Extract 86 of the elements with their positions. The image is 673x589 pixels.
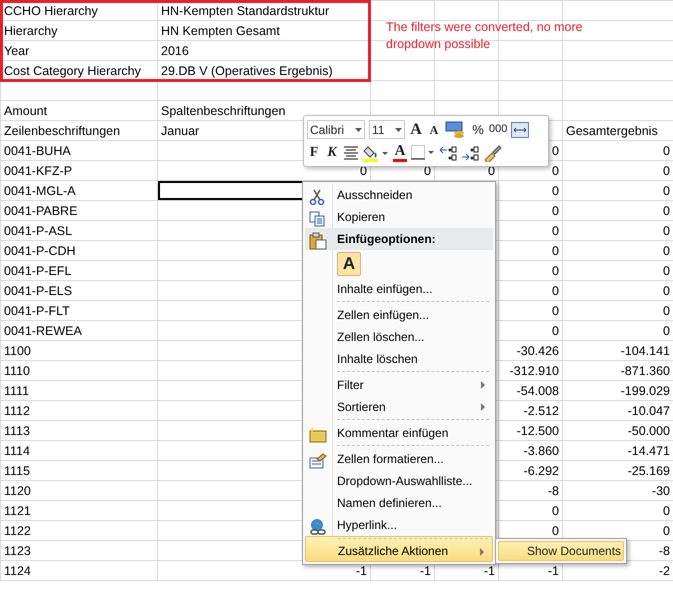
table-cell: -2.512 [498,400,562,420]
annotation-note: The filters were converted, no more dropdown possible [386,19,584,53]
menu-item[interactable]: Filter [305,370,493,396]
menu-header: Einfügeoptionen: [305,228,493,250]
thousands-button[interactable]: 000 [489,120,508,140]
table-cell: 1110 [0,360,158,380]
table-cell: Amount [0,100,158,120]
table-cell: -54.008 [498,380,562,400]
table-cell: 1111 [0,380,158,400]
menu-item[interactable]: Kommentar einfügen [305,418,493,444]
table-cell: -6.292 [498,460,562,480]
menu-item[interactable]: Sortieren [305,396,493,418]
table-cell: 1123 [0,540,158,560]
table-cell: 0041-REWEA [0,320,158,340]
menu-item[interactable]: Hyperlink... [305,514,493,536]
paste-option-button[interactable]: A [337,252,361,276]
table-cell: 0 [498,180,562,200]
font-size-combo[interactable]: 11 [369,120,405,139]
submenu-arrow-icon [481,381,485,389]
table-cell: 1100 [0,340,158,360]
menu-item[interactable]: Zellen formatieren... [305,444,493,470]
table-cell: 0041-PABRE [0,200,158,220]
table-cell: Hierarchy [0,20,158,40]
paintbrush-icon[interactable] [483,142,503,162]
copy-icon [309,209,325,227]
borders-icon[interactable] [411,142,435,162]
italic-button[interactable]: K [325,142,339,162]
menu-item[interactable]: Zellen löschen... [305,326,493,348]
table-cell: 0041-P-ELS [0,280,158,300]
scissors-icon [309,187,325,205]
globe-link-icon [309,517,327,536]
clipboard-icon [309,231,327,250]
table-cell: 1122 [0,520,158,540]
table-cell: 0041-P-FLT [0,300,158,320]
table-cell: 1114 [0,440,158,460]
submenu-arrow-icon [480,548,484,556]
table-cell: 1113 [0,420,158,440]
table-cell: 0 [498,280,562,300]
table-cell: 0041-P-ASL [0,220,158,240]
note-icon [309,425,327,443]
bold-button[interactable]: F [307,142,321,162]
table-cell: 0041-BUHA [0,140,158,160]
menu-item[interactable]: Ausschneiden [305,184,493,206]
table-cell: 1121 [0,500,158,520]
table-cell: 0 [498,300,562,320]
table-cell: -8 [498,480,562,500]
table-cell: CCHO Hierarchy [0,0,158,20]
percent-button[interactable]: % [471,120,485,140]
menu-item[interactable]: Zellen einfügen... [305,300,493,326]
table-cell: -12.500 [498,420,562,440]
table-cell: 0041-KFZ-P [0,160,158,180]
menu-item[interactable]: Kopieren [305,206,493,228]
table-cell: 1112 [0,400,158,420]
table-cell: 1124 [0,560,158,580]
caret-icon [395,128,402,132]
table-cell: 0 [498,220,562,240]
table-cell: 0 [498,260,562,280]
table-cell: 0041-P-EFL [0,260,158,280]
table-cell: -312.910 [498,360,562,380]
table-cell: 0 [498,240,562,260]
menu-item[interactable]: Zusätzliche Aktionen [305,536,493,562]
table-cell: 1115 [0,460,158,480]
table-cell: 0 [498,200,562,220]
format-cells-icon [309,451,327,469]
table-cell: -3.860 [498,440,562,460]
table-cell: Year [0,40,158,60]
menu-item[interactable]: Show Documents [498,541,624,561]
table-cell: 0041-P-CDH [0,240,158,260]
font-combo[interactable]: Calibri [307,120,365,139]
menu-item[interactable]: Inhalte löschen [305,348,493,370]
table-cell: Zeilenbeschriftungen [0,120,158,140]
menu-item[interactable]: Dropdown-Auswahlliste... [305,470,493,492]
table-cell: 0041-MGL-A [0,180,158,200]
menu-item[interactable]: Inhalte einfügen... [305,278,493,300]
font-color-button[interactable]: A [393,144,407,162]
menu-item[interactable]: Namen definieren... [305,492,493,514]
table-cell: 0 [498,320,562,340]
table-cell: 0 [498,500,562,520]
shrink-font-button[interactable]: A [427,120,441,140]
coins-icon[interactable] [445,120,467,140]
submenu-arrow-icon [481,403,485,411]
merge-cells-icon[interactable] [511,120,530,140]
table-cell: -30.426 [498,340,562,360]
caret-icon [355,128,362,132]
table-cell: 1120 [0,480,158,500]
grow-font-button[interactable]: A [409,120,423,140]
